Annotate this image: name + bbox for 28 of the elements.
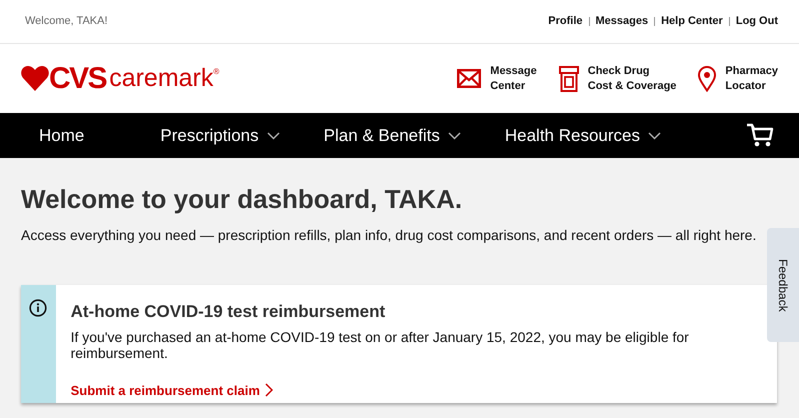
registered-mark: ® xyxy=(213,66,220,76)
location-pin-icon xyxy=(698,66,716,92)
quick-link[interactable]: Pharmacy Locator xyxy=(725,64,778,93)
alert-title: At-home COVID-19 test reimbursement xyxy=(70,301,386,324)
nav-item[interactable]: Health Resources xyxy=(504,122,661,148)
welcome-text: Welcome, TAKA! xyxy=(25,14,108,30)
top-link[interactable]: Profile xyxy=(548,13,582,30)
mail-icon xyxy=(457,69,482,88)
cart-icon[interactable] xyxy=(746,123,774,148)
nav-item[interactable]: Home xyxy=(39,122,84,148)
nav-item[interactable]: Prescriptions xyxy=(160,122,280,148)
brand-logo-text: CVS xyxy=(49,64,106,94)
nav-item[interactable]: Plan & Benefits xyxy=(324,122,461,148)
feedback-tab[interactable]: Feedback xyxy=(767,228,799,342)
top-link[interactable]: Messages xyxy=(596,13,648,30)
pill-bottle-icon xyxy=(558,66,579,92)
brand-logo-text: caremark xyxy=(109,66,214,91)
heart-icon xyxy=(21,66,49,91)
chevron-right-icon xyxy=(264,383,273,398)
reimbursement-link[interactable]: Submit a reimbursement claim xyxy=(70,380,273,400)
info-icon xyxy=(29,299,48,318)
page-heading: Welcome to your dashboard, TAKA. xyxy=(21,184,464,216)
top-link[interactable]: Log Out xyxy=(736,13,778,30)
quick-link[interactable]: Message Center xyxy=(490,64,537,93)
top-link[interactable]: Help Center xyxy=(661,13,723,30)
alert-text: If you've purchased an at-home COVID-19 test on or after January 15, 2022, you may be eligible for reimbursement. xyxy=(70,328,690,361)
intro-text: Access everything you need — prescription refills, plan info, drug cost comparisons, and recent orders — all right here. xyxy=(21,227,758,244)
quick-link[interactable]: Check Drug Cost & Coverage xyxy=(588,64,676,93)
